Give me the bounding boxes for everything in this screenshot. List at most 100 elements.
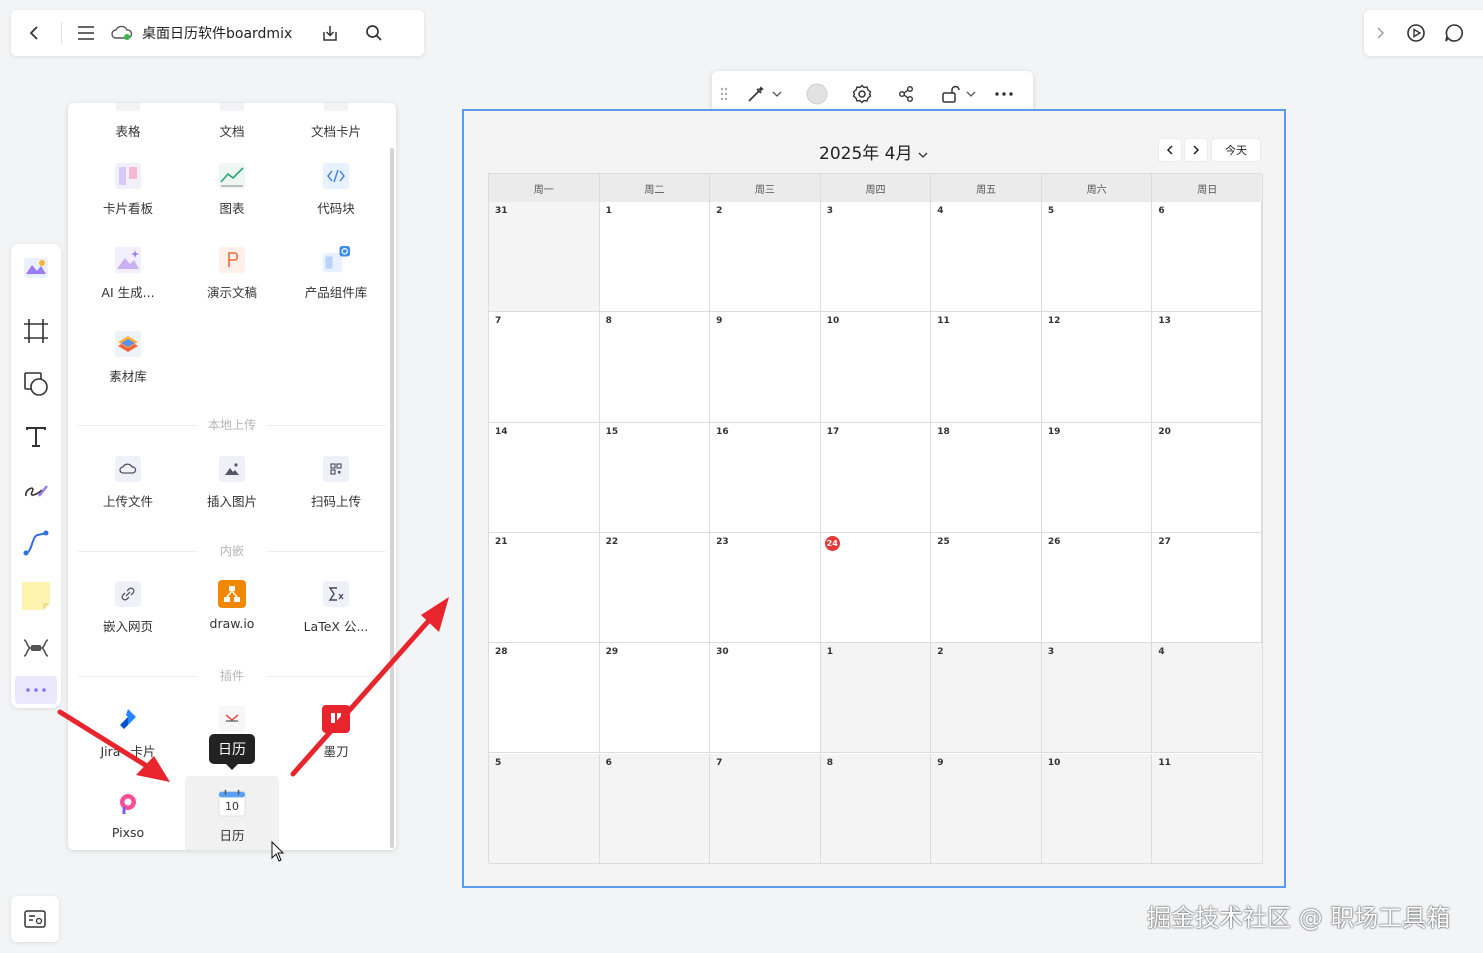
calendar-day-cell[interactable]: 1	[820, 643, 932, 754]
minimap-button[interactable]	[11, 896, 59, 942]
insert-doc[interactable]: 文档	[180, 103, 284, 140]
calendar-day-cell[interactable]: 19	[1041, 422, 1153, 533]
calendar-widget[interactable]: 2025年 4月 今天 周一 周二 周三 周四 周五 周六 周日 31 1 2 3 4 5 6 7 8 9 10 1…	[462, 109, 1286, 888]
embed-latex[interactable]: LaTeX 公...	[284, 580, 388, 635]
calendar-day-cell[interactable]: 12	[1041, 312, 1153, 423]
calendar-day-cell[interactable]: 4	[931, 202, 1042, 313]
ai-magic-icon[interactable]	[746, 82, 766, 106]
plugin-hidden[interactable]	[180, 705, 284, 733]
calendar-day-cell[interactable]: 23	[710, 532, 821, 644]
mindmap-icon[interactable]	[20, 632, 52, 664]
panel-scrollbar[interactable]	[390, 148, 394, 848]
comment-icon[interactable]	[1436, 21, 1472, 45]
insert-ai-generate[interactable]: AI 生成...	[76, 246, 180, 301]
calendar-day-cell[interactable]: 11	[1152, 753, 1263, 864]
plugin-calendar[interactable]: 10 日历	[180, 789, 284, 844]
calendar-day-cell[interactable]: 7	[710, 753, 821, 864]
chevron-right-icon[interactable]	[1370, 21, 1390, 45]
calendar-day-cell[interactable]: 13	[1152, 312, 1263, 423]
lock-icon[interactable]	[940, 82, 960, 106]
calendar-day-cell[interactable]: 28	[489, 643, 600, 754]
calendar-day-cell[interactable]: 15	[599, 422, 711, 533]
calendar-day-cell[interactable]: 6	[1152, 202, 1263, 313]
month-chevron-down-icon[interactable]	[918, 151, 928, 159]
prev-month-button[interactable]	[1159, 139, 1181, 161]
calendar-day-cell[interactable]: 27	[1152, 532, 1263, 644]
calendar-day-cell[interactable]: 8	[599, 312, 711, 423]
calendar-day-cell[interactable]: 30	[710, 643, 821, 754]
calendar-day-cell[interactable]: 10	[820, 312, 932, 423]
fill-color-swatch[interactable]	[806, 82, 828, 106]
weekday-header: 周二	[599, 174, 711, 202]
calendar-day-cell[interactable]: 22	[599, 532, 711, 644]
calendar-day-cell[interactable]: 5	[1041, 202, 1153, 313]
upload-file[interactable]: 上传文件	[76, 455, 180, 510]
insert-chart[interactable]: 图表	[180, 162, 284, 217]
calendar-month-title[interactable]: 2025年 4月	[819, 139, 928, 164]
embed-webpage[interactable]: 嵌入网页	[76, 580, 180, 635]
sticky-note-icon[interactable]	[20, 580, 52, 612]
calendar-day-cell[interactable]: 21	[489, 532, 600, 644]
settings-icon[interactable]	[852, 82, 872, 106]
text-icon[interactable]	[20, 421, 52, 453]
next-month-button[interactable]	[1185, 139, 1207, 161]
lock-chevron-down-icon[interactable]	[966, 82, 976, 106]
calendar-day-cell[interactable]: 24	[820, 532, 932, 644]
drag-handle-icon[interactable]	[720, 82, 728, 106]
calendar-day-cell[interactable]: 31	[489, 202, 600, 313]
calendar-day-cell[interactable]: 2	[931, 643, 1042, 754]
insert-kanban[interactable]: 卡片看板	[76, 162, 180, 217]
link-share-icon[interactable]	[896, 82, 916, 106]
calendar-day-cell[interactable]: 4	[1152, 643, 1263, 754]
calendar-day-cell[interactable]: 6	[599, 753, 711, 864]
embed-drawio[interactable]: draw.io	[180, 580, 284, 631]
calendar-day-cell[interactable]: 9	[710, 312, 821, 423]
insert-component-library[interactable]: 产品组件库	[284, 246, 388, 301]
insert-presentation[interactable]: 演示文稿	[180, 246, 284, 301]
insert-table[interactable]: 表格	[76, 103, 180, 140]
more-tools-icon[interactable]	[15, 676, 57, 704]
pen-icon[interactable]	[20, 474, 52, 506]
day-number: 3	[1047, 647, 1055, 658]
calendar-day-cell[interactable]: 25	[931, 532, 1042, 644]
calendar-day-cell[interactable]: 29	[599, 643, 711, 754]
back-icon[interactable]	[23, 21, 47, 45]
calendar-day-cell[interactable]: 11	[931, 312, 1042, 423]
calendar-day-cell[interactable]: 18	[931, 422, 1042, 533]
calendar-day-cell[interactable]: 1	[599, 202, 711, 313]
insert-asset-library[interactable]: 素材库	[76, 330, 180, 385]
calendar-day-cell[interactable]: 17	[820, 422, 932, 533]
plugin-pixso[interactable]: Pixso	[76, 789, 180, 840]
calendar-day-cell[interactable]: 2	[710, 202, 821, 313]
calendar-day-cell[interactable]: 16	[710, 422, 821, 533]
search-icon[interactable]	[362, 21, 386, 45]
template-icon[interactable]	[20, 252, 52, 284]
connector-icon[interactable]	[20, 527, 52, 559]
calendar-day-cell[interactable]: 3	[820, 202, 932, 313]
calendar-day-cell[interactable]: 20	[1152, 422, 1263, 533]
frame-icon[interactable]	[20, 315, 52, 347]
presentation-play-icon[interactable]	[1398, 21, 1434, 45]
menu-icon[interactable]	[74, 21, 98, 45]
insert-image[interactable]: 插入图片	[180, 455, 284, 510]
calendar-day-cell[interactable]: 14	[489, 422, 600, 533]
pixso-icon	[114, 789, 142, 817]
calendar-day-cell[interactable]: 3	[1041, 643, 1153, 754]
shape-icon[interactable]	[20, 368, 52, 400]
calendar-day-cell[interactable]: 5	[489, 753, 600, 864]
document-title[interactable]: 桌面日历软件boardmix	[142, 23, 292, 43]
calendar-day-cell[interactable]: 9	[931, 753, 1042, 864]
today-button[interactable]: 今天	[1212, 139, 1260, 161]
plugin-modao[interactable]: 墨刀	[284, 705, 388, 760]
calendar-day-cell[interactable]: 10	[1041, 753, 1153, 864]
more-icon[interactable]	[994, 82, 1014, 106]
insert-doc-card[interactable]: 文档卡片	[284, 103, 388, 140]
scan-upload[interactable]: 扫码上传	[284, 455, 388, 510]
insert-code-block[interactable]: 代码块	[284, 162, 388, 217]
calendar-day-cell[interactable]: 26	[1041, 532, 1153, 644]
calendar-day-cell[interactable]: 7	[489, 312, 600, 423]
chevron-down-icon[interactable]	[772, 82, 782, 106]
export-icon[interactable]	[318, 21, 342, 45]
calendar-day-cell[interactable]: 8	[820, 753, 932, 864]
plugin-jira-card[interactable]: Jira 卡片	[76, 705, 180, 760]
